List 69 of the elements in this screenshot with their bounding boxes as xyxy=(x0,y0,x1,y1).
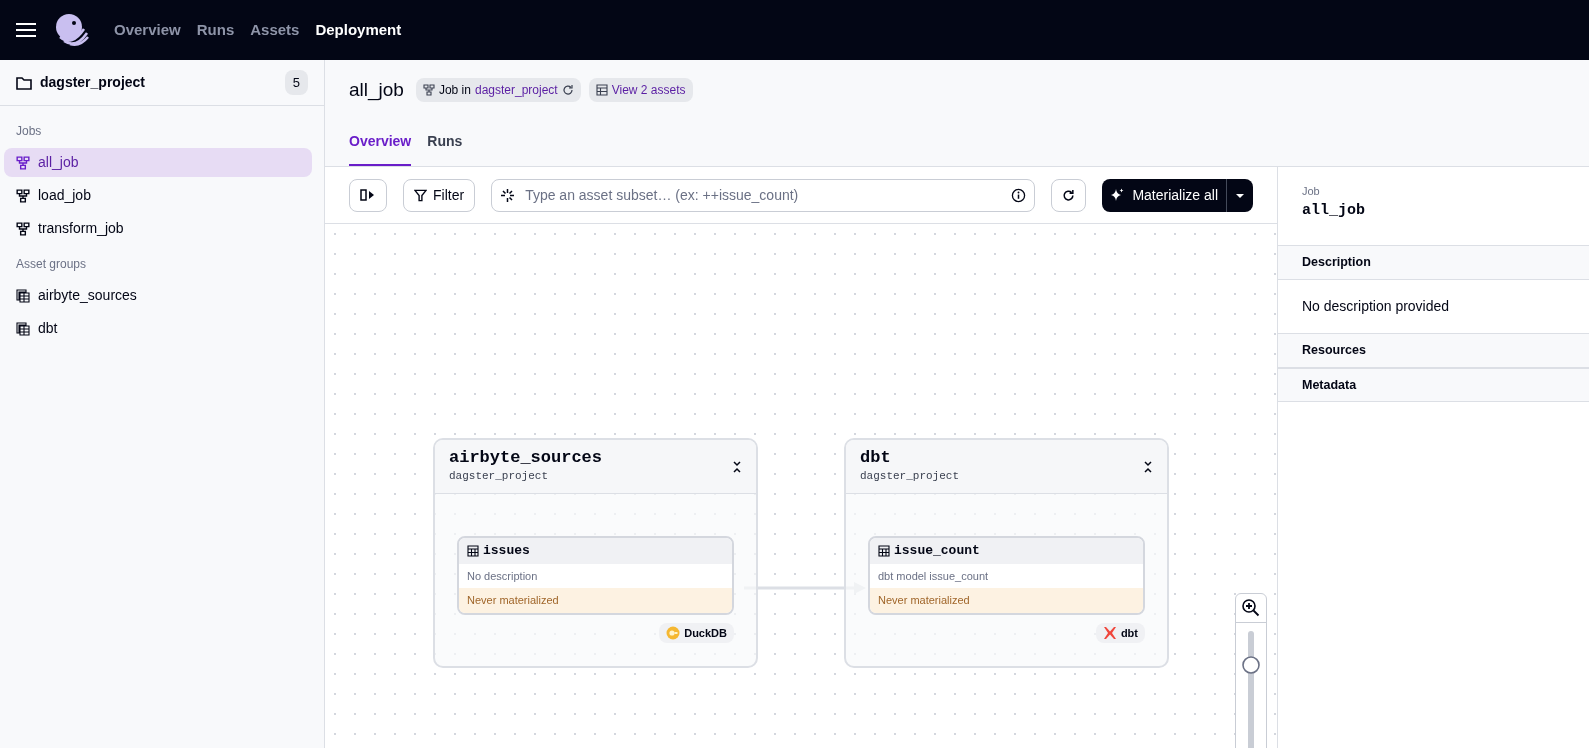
info-icon[interactable] xyxy=(1011,187,1027,203)
asset-name: issues xyxy=(483,542,530,560)
group-name: airbyte_sources xyxy=(449,448,603,468)
table-icon xyxy=(878,544,890,557)
job-title: all_job xyxy=(349,78,404,103)
asset-description: No description xyxy=(466,568,539,584)
group-name: dbt xyxy=(860,448,892,468)
project-name[interactable]: dagster_project xyxy=(40,72,277,93)
nav-link[interactable]: Deployment xyxy=(315,18,402,42)
filter-button[interactable]: Filter xyxy=(403,178,476,212)
job-icon xyxy=(422,84,435,97)
job-icon xyxy=(16,155,30,170)
folder-icon xyxy=(16,75,32,90)
group-location: dagster_project xyxy=(860,468,960,484)
compute-kind-tag: dbt xyxy=(1095,622,1145,643)
asset-group-item[interactable]: dbt xyxy=(4,314,312,343)
zoom-in-icon[interactable] xyxy=(1241,598,1261,618)
job-icon xyxy=(16,221,30,236)
job-item[interactable]: transform_job xyxy=(4,214,312,243)
compute-kind-tag: DuckDB xyxy=(659,622,734,643)
asset-group-item[interactable]: airbyte_sources xyxy=(4,281,312,310)
section-label: Asset groups xyxy=(15,256,88,273)
reload-icon[interactable] xyxy=(561,84,574,97)
nav-link[interactable]: Overview xyxy=(114,18,181,42)
job-location-tag: Job in dagster_project xyxy=(415,78,581,103)
refresh-icon xyxy=(1062,188,1076,202)
tab[interactable]: Runs xyxy=(427,131,463,166)
asset-description: dbt model issue_count xyxy=(877,568,990,584)
job-count: 5 xyxy=(284,69,308,96)
details-title: all_job xyxy=(1302,200,1366,221)
nav-link[interactable]: Runs xyxy=(196,18,235,42)
sidebar-toggle-icon xyxy=(360,188,376,202)
stacked-table-icon xyxy=(16,288,30,303)
duck-logo-icon xyxy=(666,625,681,640)
table-icon xyxy=(595,84,608,97)
nav-link[interactable]: Assets xyxy=(250,18,300,42)
table-icon xyxy=(467,544,479,557)
section-label: Jobs xyxy=(15,123,43,140)
section-header: Metadata xyxy=(1278,367,1589,403)
asset-selection-field[interactable]: Type an asset subset… (ex: ++issue_count) xyxy=(491,178,1036,212)
sparkle-icon xyxy=(500,187,516,203)
job-item[interactable]: all_job xyxy=(4,148,312,177)
section-header: Description xyxy=(1278,245,1589,280)
section-text: No description provided xyxy=(1301,296,1451,316)
x-logo-icon xyxy=(1102,625,1117,640)
toggle-sidebar-button[interactable] xyxy=(349,178,387,212)
slider-thumb[interactable] xyxy=(1242,656,1260,674)
stacked-table-icon xyxy=(16,321,30,336)
section-header: Resources xyxy=(1278,332,1589,368)
job-item[interactable]: load_job xyxy=(4,181,312,210)
menu-icon[interactable] xyxy=(16,22,36,38)
caret-icon xyxy=(1235,192,1245,199)
group-location: dagster_project xyxy=(449,468,550,484)
refresh-button[interactable] xyxy=(1051,178,1087,212)
collapse-icon[interactable] xyxy=(1143,459,1153,474)
job-icon xyxy=(16,188,30,203)
asset-node[interactable]: issue_count dbt model issue_count Never materialized xyxy=(868,536,1145,615)
zoom-slider[interactable] xyxy=(1241,631,1261,748)
asset-node[interactable]: issues No description Never materialized xyxy=(457,536,734,615)
sparkle-icon xyxy=(1110,188,1125,202)
collapse-icon[interactable] xyxy=(732,459,742,474)
project-link[interactable]: dagster_project xyxy=(474,81,558,100)
details-label: Job xyxy=(1302,184,1321,199)
filter-icon xyxy=(414,188,427,202)
view-assets-link[interactable]: View 2 assets xyxy=(588,78,693,103)
materialization-status: Never materialized xyxy=(870,588,1143,613)
asset-name: issue_count xyxy=(894,542,980,560)
tab[interactable]: Overview xyxy=(349,131,412,166)
materialization-status: Never materialized xyxy=(459,588,732,613)
